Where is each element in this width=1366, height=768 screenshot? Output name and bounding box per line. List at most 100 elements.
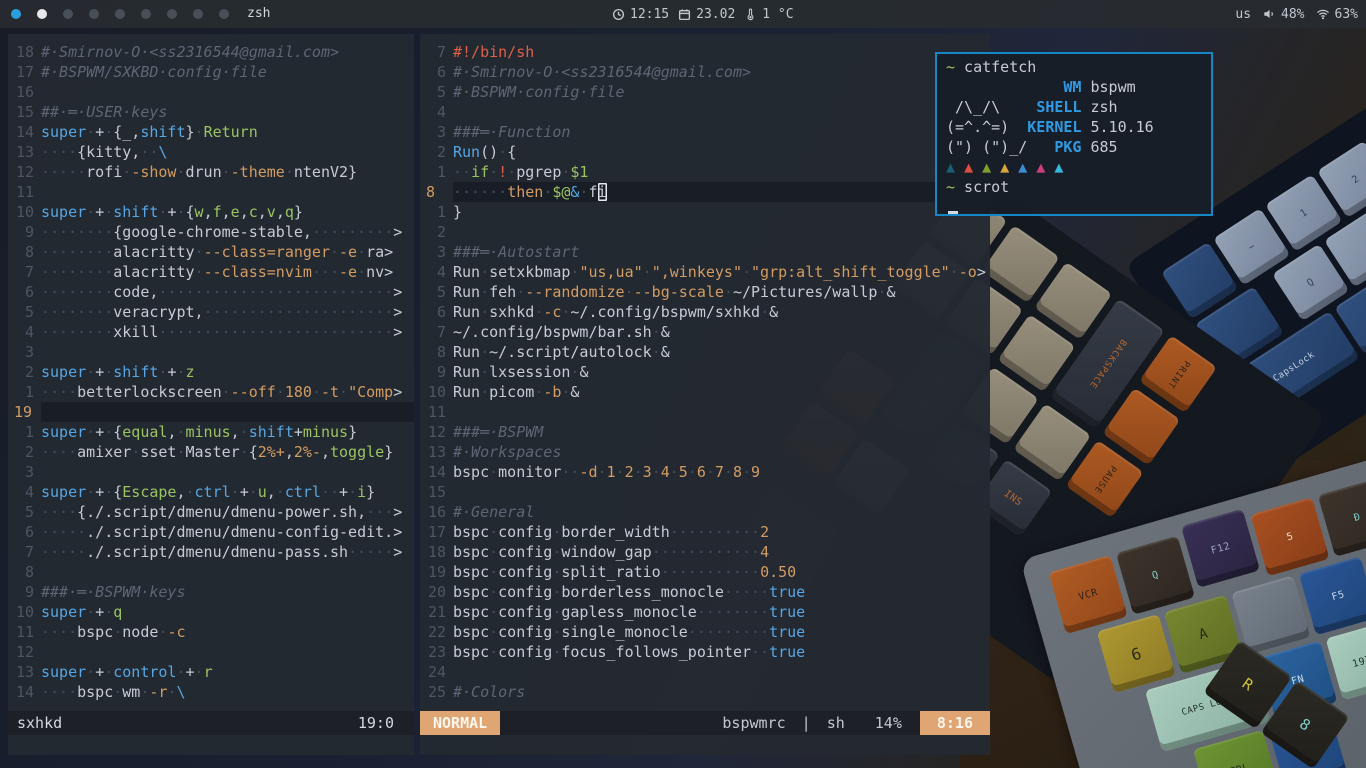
- editor-line: 18bspc·config·window_gap············4: [420, 542, 990, 562]
- editor-line: 10Run·picom·-b·&: [420, 382, 990, 402]
- editor-line: 12: [8, 642, 414, 662]
- workspace-dot-empty[interactable]: [63, 9, 73, 19]
- editor-line: 1··if·!·pgrep·$1: [420, 162, 990, 182]
- editor-line: 15: [420, 482, 990, 502]
- workspace-dot-empty[interactable]: [141, 9, 151, 19]
- clock-icon: [612, 8, 625, 21]
- editor-line: 19bspc·config·split_ratio···········0.50: [420, 562, 990, 582]
- editor-line: 1}: [420, 202, 990, 222]
- editor-line: 11: [8, 182, 414, 202]
- workspace-dot-empty[interactable]: [193, 9, 203, 19]
- editor-line: 8········alacritty·--class=ranger·-e·ra>: [8, 242, 414, 262]
- editor-line: 7·····./.script/dmenu/dmenu-pass.sh·····…: [8, 542, 414, 562]
- editor-line: 11····bspc·node·-c: [8, 622, 414, 642]
- editor-buffer: 7#!/bin/sh6#·Smirnov-O·<ss2316544@gmail.…: [420, 42, 990, 702]
- editor-line: 20bspc·config·borderless_monocle·····tru…: [420, 582, 990, 602]
- editor-line: 8: [8, 562, 414, 582]
- workspace-dot-empty[interactable]: [115, 9, 125, 19]
- editor-line: 3###═·Autostart: [420, 242, 990, 262]
- statusline-ruler: 8:16: [920, 711, 990, 735]
- workspace-dot-empty[interactable]: [167, 9, 177, 19]
- editor-line: 4: [420, 102, 990, 122]
- editor-line: 18#·Smirnov-O·<ss2316544@gmail.com>: [8, 42, 414, 62]
- editor-line: 3: [8, 462, 414, 482]
- editor-line: 14super·+·{_,shift}·Return: [8, 122, 414, 142]
- temperature-label: 1 °C: [762, 7, 793, 22]
- editor-line: 6·····./.script/dmenu/dmenu-config-edit.…: [8, 522, 414, 542]
- editor-line: 14bspc·monitor··-d·1·2·3·4·5·6·7·8·9: [420, 462, 990, 482]
- terminal-window-sxhkd[interactable]: 18#·Smirnov-O·<ss2316544@gmail.com>17#·B…: [8, 34, 414, 755]
- editor-line: 6#·Smirnov-O·<ss2316544@gmail.com>: [420, 62, 990, 82]
- terminal-window-bspwmrc[interactable]: 7#!/bin/sh6#·Smirnov-O·<ss2316544@gmail.…: [420, 34, 990, 755]
- editor-line: 9········{google-chrome-stable,·········…: [8, 222, 414, 242]
- workspace-dot-empty[interactable]: [219, 9, 229, 19]
- editor-line: 7~/.config/bspwm/bar.sh·&: [420, 322, 990, 342]
- volume-label: 48%: [1281, 7, 1304, 22]
- editor-line: 5····{./.script/dmenu/dmenu-power.sh,···…: [8, 502, 414, 522]
- statusline-scroll-percent: 14%: [875, 711, 902, 735]
- keyboard-layout-label: us: [1235, 7, 1251, 22]
- time-label: 12:15: [630, 7, 669, 22]
- editor-line: 1super·+·{equal,·minus,·shift+minus}: [8, 422, 414, 442]
- editor-line: 5········veracrypt,·····················…: [8, 302, 414, 322]
- editor-line: 5Run·feh·--randomize·--bg-scale·~/Pictur…: [420, 282, 990, 302]
- floating-terminal-zsh[interactable]: ~ catfetch WM bspwm /\_/\ SHELL zsh(=^.^…: [935, 52, 1213, 216]
- wifi-icon: [1316, 7, 1330, 21]
- date-widget: 23.02: [678, 7, 735, 22]
- editor-line: 23bspc·config·focus_follows_pointer··tru…: [420, 642, 990, 662]
- terminal-line: (") (")_/ PKG 685: [946, 137, 1202, 157]
- editor-line: 13#·Workspaces: [420, 442, 990, 462]
- workspace-dots: [0, 9, 245, 19]
- volume-icon: [1262, 7, 1276, 21]
- editor-line: 24: [420, 662, 990, 682]
- terminal-line: ~ catfetch: [946, 57, 1202, 77]
- clock-widget: 12:15: [612, 7, 669, 22]
- statusline-ruler: 19:0: [358, 711, 394, 735]
- editor-line: 12·····rofi·-show·drun·-theme·ntenV2}: [8, 162, 414, 182]
- workspace-dot-empty[interactable]: [89, 9, 99, 19]
- editor-line: 7········alacritty·--class=nvim···-e·nv>: [8, 262, 414, 282]
- editor-line: 1····betterlockscreen·--off·180·-t·"Comp…: [8, 382, 414, 402]
- statusline: NORMAL bspwmrc | sh 14% 8:16: [420, 711, 990, 735]
- editor-line: 16: [8, 82, 414, 102]
- editor-line: 10super·+·q: [8, 602, 414, 622]
- editor-line: 9Run·lxsession·&: [420, 362, 990, 382]
- statusline: sxhkd 19:0: [8, 711, 414, 735]
- focused-window-title: zsh: [247, 0, 270, 28]
- workspace-dot-occupied[interactable]: [37, 9, 47, 19]
- editor-line: 25#·Colors: [420, 682, 990, 702]
- editor-line: 15##·═·USER·keys: [8, 102, 414, 122]
- editor-line: 9###·═·BSPWM·keys: [8, 582, 414, 602]
- temperature-widget: 1 °C: [744, 7, 793, 22]
- network-widget: 63%: [1316, 7, 1358, 22]
- editor-line: 4Run·setxkbmap·"us,ua"·",winkeys"·"grp:a…: [420, 262, 990, 282]
- catfetch-output: ~ catfetch WM bspwm /\_/\ SHELL zsh(=^.^…: [946, 57, 1202, 197]
- status-bar: zsh 12:15 23.02 1 °C us 48% 63%: [0, 0, 1366, 28]
- editor-line: 19: [8, 402, 414, 422]
- mode-indicator: NORMAL: [420, 711, 500, 735]
- editor-line: 11: [420, 402, 990, 422]
- editor-line: 22bspc·config·single_monocle·········tru…: [420, 622, 990, 642]
- statusline-filename: bspwmrc | sh: [722, 711, 844, 735]
- editor-line: 13····{kitty,··\: [8, 142, 414, 162]
- calendar-icon: [678, 8, 691, 21]
- terminal-line: ~ scrot: [946, 177, 1202, 197]
- statusline-filename: sxhkd: [17, 711, 62, 735]
- editor-line: 21bspc·config·gapless_monocle········tru…: [420, 602, 990, 622]
- editor-line: 4super·+·{Escape,·ctrl·+·u,·ctrl··+·i}: [8, 482, 414, 502]
- editor-line: 6Run·sxhkd·-c·~/.config/bspwm/sxhkd·&: [420, 302, 990, 322]
- terminal-line: WM bspwm: [946, 77, 1202, 97]
- bar-system-group: us 48% 63%: [1235, 0, 1358, 28]
- terminal-line: (=^.^=) KERNEL 5.10.16: [946, 117, 1202, 137]
- terminal-line: /\_/\ SHELL zsh: [946, 97, 1202, 117]
- editor-line: 17#·BSPWM/SXKBD·config·file: [8, 62, 414, 82]
- editor-line: 16#·General: [420, 502, 990, 522]
- bar-datetime-group: 12:15 23.02 1 °C: [612, 0, 794, 28]
- workspace-dot-focused[interactable]: [11, 9, 21, 19]
- editor-line: 17bspc·config·border_width··········2: [420, 522, 990, 542]
- editor-line: 10super·+·shift·+·{w,f,e,c,v,q}: [8, 202, 414, 222]
- volume-widget: 48%: [1262, 7, 1304, 22]
- editor-line: 2: [420, 222, 990, 242]
- editor-line: 3: [8, 342, 414, 362]
- editor-line: 4········xkill··························…: [8, 322, 414, 342]
